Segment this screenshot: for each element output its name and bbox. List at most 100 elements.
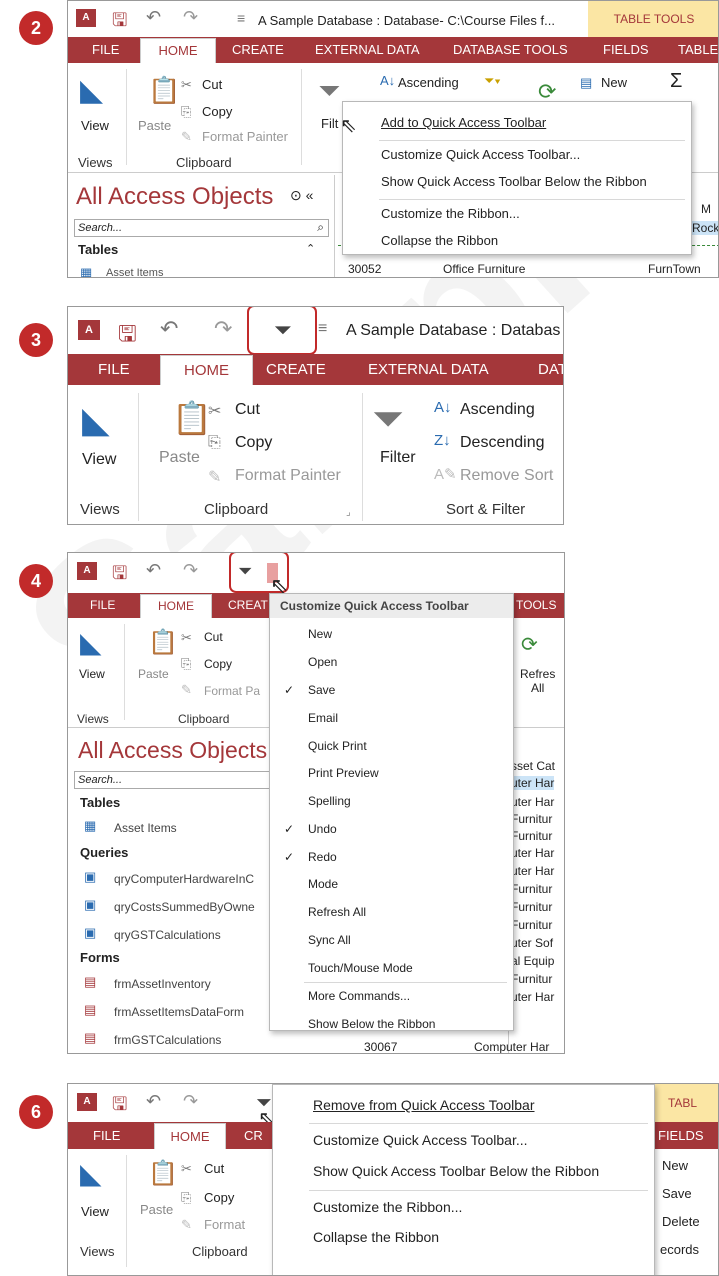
menu-item-more-commands[interactable]: More Commands... <box>308 989 410 1003</box>
copy-button[interactable]: Copy <box>235 434 272 452</box>
menu-show-qat-below[interactable]: Show Quick Access Toolbar Below the Ribb… <box>381 174 647 189</box>
refresh-icon[interactable]: ⟳ <box>521 632 538 657</box>
save-icon[interactable]: 🖫 <box>112 561 127 591</box>
grid-cell-category[interactable]: Office Furniture <box>443 262 525 276</box>
view-button[interactable]: View <box>81 118 109 133</box>
new-record-button[interactable]: New <box>662 1158 688 1173</box>
grid-cell[interactable]: Furnitur <box>511 812 552 826</box>
tab-database-tools[interactable]: DAT <box>538 361 563 378</box>
undo-icon[interactable]: ↶ <box>146 1091 161 1112</box>
grid-cell[interactable]: Furnitur <box>511 918 552 932</box>
forms-section[interactable]: Forms <box>80 950 120 965</box>
grid-cell[interactable]: uter Har <box>511 864 554 878</box>
tab-external-data[interactable]: EXTERNAL DATA <box>368 361 489 378</box>
tab-table-tools[interactable]: TOOLS <box>516 598 556 612</box>
copy-button[interactable]: Copy <box>204 1190 234 1205</box>
cut-button[interactable]: Cut <box>202 77 222 92</box>
undo-icon[interactable]: ↶ <box>160 316 178 342</box>
grid-cell[interactable]: uter Har <box>511 776 555 790</box>
view-icon[interactable]: ◣ <box>80 73 103 108</box>
customize-qat-dropdown-icon[interactable]: ≡ <box>237 10 245 26</box>
menu-show-qat-below[interactable]: Show Quick Access Toolbar Below the Ribb… <box>313 1163 599 1179</box>
tab-home[interactable]: HOME <box>140 594 212 619</box>
tab-file[interactable]: FILE <box>93 1128 120 1143</box>
view-icon[interactable]: ◣ <box>82 399 110 441</box>
view-icon[interactable]: ◣ <box>80 1157 102 1190</box>
grid-cell[interactable]: Furnitur <box>511 882 552 896</box>
copy-button[interactable]: Copy <box>204 657 232 671</box>
grid-cell[interactable]: uter Sof <box>511 936 553 950</box>
menu-add-to-qat[interactable]: Add to Quick Access Toolbar <box>381 115 546 130</box>
filter-icon[interactable]: ⏷ <box>318 75 340 108</box>
tab-home[interactable]: HOME <box>140 38 216 64</box>
menu-collapse-ribbon[interactable]: Collapse the Ribbon <box>313 1229 439 1245</box>
tables-section[interactable]: Tables <box>78 242 118 257</box>
tab-file[interactable]: FILE <box>92 42 119 57</box>
refresh-all-button[interactable]: Refres <box>520 667 555 681</box>
nav-search-box[interactable]: Search... ⌕ <box>74 219 329 237</box>
save-icon[interactable]: 🖫 <box>112 8 127 38</box>
filter-button[interactable]: Filter <box>380 449 416 467</box>
delete-record-button[interactable]: Delete <box>662 1214 700 1229</box>
search-icon[interactable]: ⌕ <box>317 220 324 235</box>
format-painter-button[interactable]: Format Pa <box>204 684 260 698</box>
redo-icon[interactable]: ↷ <box>183 7 198 28</box>
menu-item-mode[interactable]: Mode <box>308 877 338 891</box>
tab-database-tools[interactable]: DATABASE TOOLS <box>453 42 568 57</box>
paste-icon[interactable]: 📋 <box>148 75 180 106</box>
menu-customize-qat[interactable]: Customize Quick Access Toolbar... <box>313 1132 528 1148</box>
grid-cell-category[interactable]: Computer Har <box>474 1040 549 1053</box>
asset-items-table[interactable]: Asset Items <box>106 267 163 277</box>
filter-button[interactable]: Filt <box>321 116 338 131</box>
redo-icon[interactable]: ↷ <box>183 560 198 581</box>
menu-collapse-ribbon[interactable]: Collapse the Ribbon <box>381 233 498 248</box>
menu-item-undo[interactable]: Undo <box>308 822 337 836</box>
cut-button[interactable]: Cut <box>204 1161 224 1176</box>
tab-create[interactable]: CREAT <box>228 598 268 612</box>
query-item[interactable]: qryCostsSummedByOwne <box>114 900 255 914</box>
query-item[interactable]: qryComputerHardwareInC <box>114 872 254 886</box>
view-button[interactable]: View <box>81 1204 109 1219</box>
grid-cell[interactable]: al Equip <box>511 954 554 968</box>
form-item[interactable]: frmGSTCalculations <box>114 1033 221 1047</box>
menu-item-new[interactable]: New <box>308 627 332 641</box>
grid-cell[interactable]: Furnitur <box>511 972 552 986</box>
menu-item-refresh-all[interactable]: Refresh All <box>308 905 366 919</box>
save-icon[interactable]: 🖫 <box>112 1092 127 1122</box>
paste-button[interactable]: Paste <box>159 449 200 467</box>
grid-cell[interactable]: Furnitur <box>511 829 552 843</box>
collapse-section-icon[interactable]: ⌃ <box>306 242 315 255</box>
menu-item-print-preview[interactable]: Print Preview <box>308 766 379 780</box>
tab-create[interactable]: CREATE <box>266 361 326 378</box>
queries-section[interactable]: Queries <box>80 845 128 860</box>
tab-home[interactable]: HOME <box>160 355 253 386</box>
menu-item-open[interactable]: Open <box>308 655 337 669</box>
tab-external-data[interactable]: EXTERNAL DATA <box>315 42 420 57</box>
undo-icon[interactable]: ↶ <box>146 7 161 28</box>
tab-create[interactable]: CR <box>244 1128 263 1143</box>
menu-customize-qat[interactable]: Customize Quick Access Toolbar... <box>381 147 580 162</box>
menu-item-spelling[interactable]: Spelling <box>308 794 351 808</box>
view-button[interactable]: View <box>79 667 105 681</box>
save-record-button[interactable]: Save <box>662 1186 692 1201</box>
new-record-button[interactable]: New <box>601 75 627 90</box>
filter-icon[interactable]: ⏷ <box>372 397 404 442</box>
ascending-button[interactable]: Ascending <box>398 75 459 90</box>
paste-icon[interactable]: 📋 <box>148 1159 178 1188</box>
copy-button[interactable]: Copy <box>202 104 232 119</box>
menu-item-sync-all[interactable]: Sync All <box>308 933 351 947</box>
menu-item-redo[interactable]: Redo <box>308 850 337 864</box>
grid-cell-id[interactable]: 30052 <box>348 262 381 276</box>
paste-icon[interactable]: 📋 <box>172 399 212 437</box>
menu-remove-from-qat[interactable]: Remove from Quick Access Toolbar <box>313 1097 535 1113</box>
grid-cell-vendor[interactable]: FurnTown <box>648 262 701 276</box>
menu-customize-ribbon[interactable]: Customize the Ribbon... <box>313 1199 462 1215</box>
totals-icon[interactable]: Σ <box>670 70 682 93</box>
tab-create[interactable]: CREATE <box>232 42 284 57</box>
paste-button[interactable]: Paste <box>140 1202 173 1217</box>
grid-cell-selected[interactable]: Rock <box>690 221 718 235</box>
paste-button[interactable]: Paste <box>138 667 169 681</box>
menu-item-email[interactable]: Email <box>308 711 338 725</box>
form-item[interactable]: frmAssetInventory <box>114 977 211 991</box>
dialog-launcher-icon[interactable]: ⌟ <box>346 507 351 518</box>
